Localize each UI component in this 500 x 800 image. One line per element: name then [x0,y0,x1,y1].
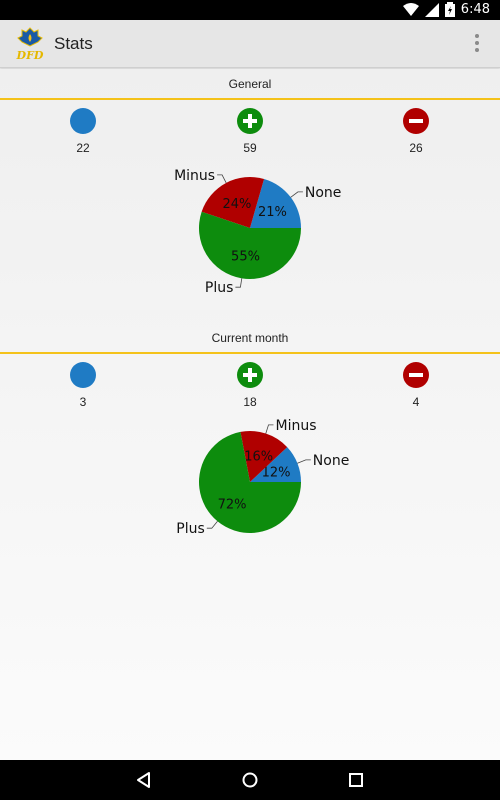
stats-content: General 22 59 26 21% None 24% Minus 55% Plus [0,69,500,760]
plus-circle-icon [237,362,263,388]
pie-leader-line [265,424,274,434]
section-header: Current month [0,323,500,354]
signal-icon [424,2,439,17]
pie-leader-line [235,278,243,288]
battery-icon [444,2,455,17]
count-none-value: 22 [76,141,90,155]
filled-circle-icon [70,362,96,388]
pie-leader-line [206,521,218,529]
counts-row: 3 18 4 [0,354,500,424]
pie-chart-general: 21% None 24% Minus 55% Plus [0,165,500,295]
pie-leader-line [290,191,303,198]
counts-row: 22 59 26 [0,100,500,170]
pie-percent-label: 21% [258,205,287,220]
count-minus-value: 26 [409,141,423,155]
count-minus: 4 [386,362,446,409]
status-time: 6:48 [460,2,490,17]
section-header: General [0,69,500,100]
pie-percent-label: 55% [231,250,260,265]
overflow-menu-icon[interactable] [472,34,482,54]
pie-category-label: Plus [176,521,205,537]
status-bar: 6:48 [0,0,500,20]
pie-category-label: None [313,453,350,469]
pie-svg: 21% None 24% Minus 55% Plus [174,168,342,295]
count-plus-value: 18 [243,395,257,409]
status-icons: 6:48 [402,2,490,17]
navigation-bar [0,760,500,800]
app-bar: DFD Stats [0,20,500,68]
count-none-value: 3 [79,395,87,409]
count-none: 22 [53,108,113,155]
logo-text: DFD [16,49,44,62]
minus-circle-icon [403,362,429,388]
section-general: General 22 59 26 21% None 24% Minus 55% Plus [0,69,500,295]
wifi-icon [402,2,419,16]
filled-circle-icon [70,108,96,134]
app-logo: DFD [16,27,44,62]
pie-category-label: Minus [174,168,215,184]
pie-percent-label: 72% [218,498,247,513]
plus-circle-icon [237,108,263,134]
count-plus: 18 [220,362,280,409]
section-current-month: Current month 3 18 4 12% None 16% Minus 72% P… [0,323,500,537]
pie-leader-line [217,174,227,184]
pie-percent-label: 16% [244,449,273,464]
count-none: 3 [53,362,113,409]
back-triangle-icon[interactable] [134,770,154,790]
pie-percent-label: 12% [262,466,291,481]
count-plus: 59 [220,108,280,155]
home-circle-icon[interactable] [240,770,260,790]
pie-svg: 12% None 16%Minus 72% Plus [176,419,350,537]
pie-category-label: Minus [276,419,317,434]
recents-square-icon[interactable] [346,770,366,790]
pie-leader-line [297,459,311,464]
count-plus-value: 59 [243,141,257,155]
pie-category-label: Plus [205,280,234,295]
count-minus: 26 [386,108,446,155]
pie-percent-label: 24% [222,197,251,212]
count-minus-value: 4 [412,395,420,409]
pie-chart-current-month: 12% None 16% Minus 72% Plus [0,419,500,549]
pie-category-label: None [305,185,342,201]
minus-circle-icon [403,108,429,134]
page-title: Stats [54,34,93,53]
